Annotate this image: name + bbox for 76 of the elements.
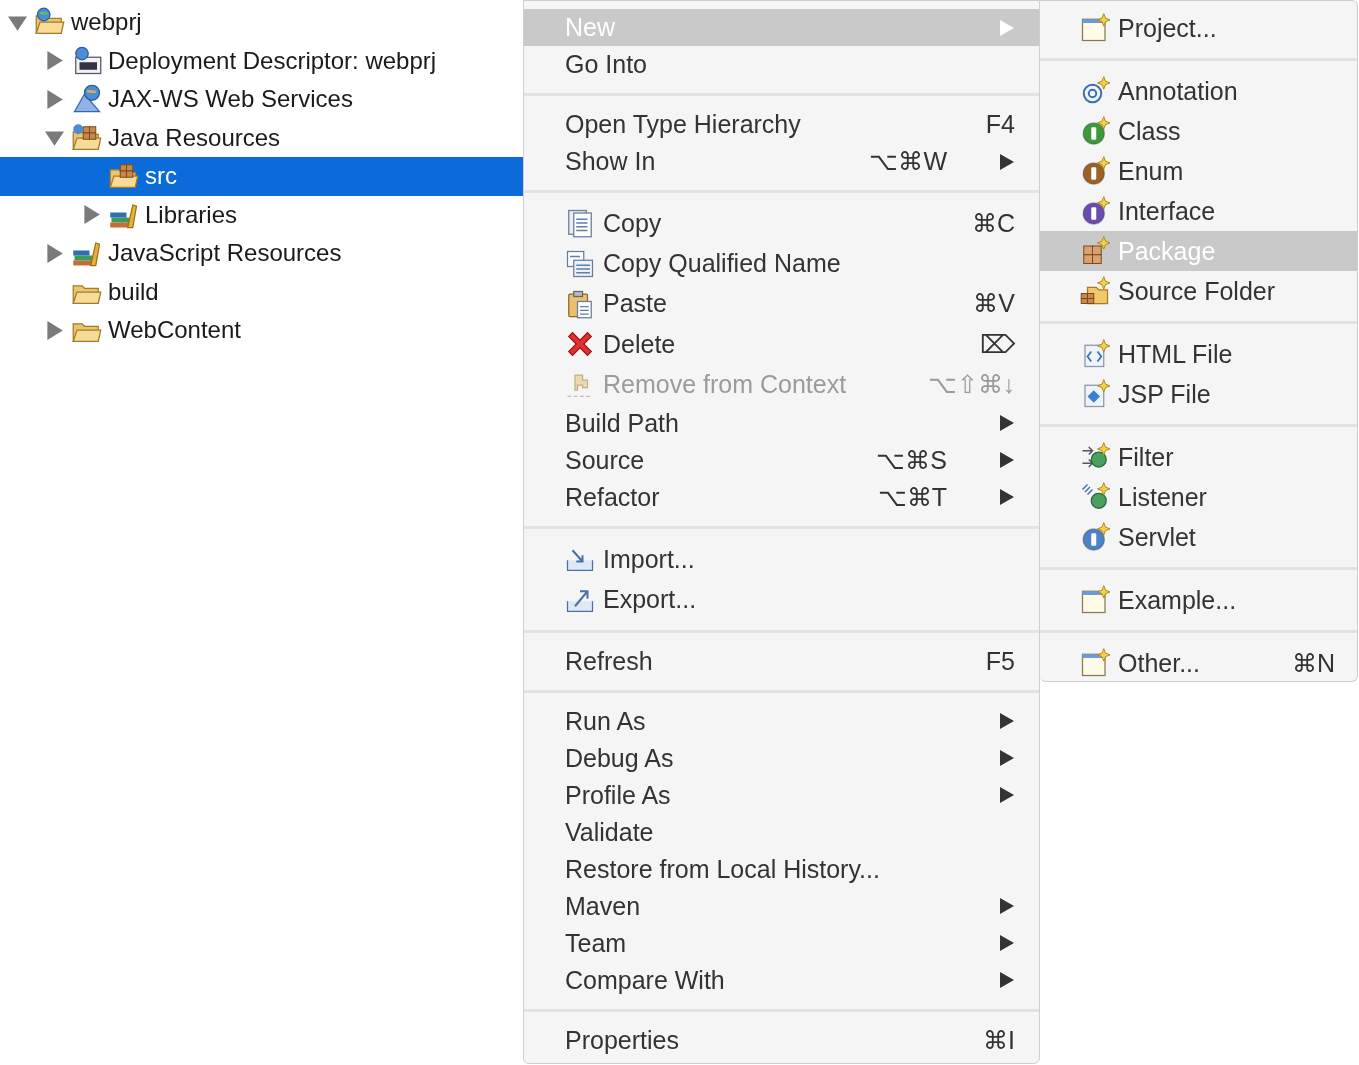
menu-item[interactable]: Copy Qualified Name [524, 243, 1039, 284]
menu-item[interactable]: Refresh F5 [524, 642, 1039, 680]
expand-arrow-icon[interactable] [45, 243, 64, 263]
menu-item[interactable]: Source Folder [1040, 271, 1357, 311]
window-sparkle-icon [1080, 585, 1110, 615]
menu-item[interactable]: Restore from Local History... [524, 850, 1039, 888]
circle-sparkle-icon [1080, 116, 1110, 146]
shortcut-label: ⌘N [1291, 648, 1335, 678]
tree-item[interactable]: src [0, 157, 523, 196]
globe-icon [72, 84, 102, 115]
menu-item[interactable]: Class [1040, 111, 1357, 151]
menu-item[interactable]: Source ⌥⌘S [524, 441, 1039, 479]
shortcut-label: ⌥⌘T [877, 482, 947, 512]
shortcut-label: ⌘C [971, 208, 1015, 238]
tree-item[interactable]: Libraries [0, 195, 523, 234]
menu-item[interactable]: Annotation [1040, 71, 1357, 111]
menu-item[interactable]: Delete ⌦ [524, 324, 1039, 365]
shortcut-label: F5 [985, 646, 1015, 676]
menu-item[interactable]: JSP File [1040, 374, 1357, 414]
menu-item[interactable]: Refactor ⌥⌘T [524, 478, 1039, 516]
menu-item[interactable]: Project... [1040, 8, 1357, 48]
menu-item[interactable]: Show In ⌥⌘W [524, 143, 1039, 180]
tree-item[interactable]: JAX-WS Web Services [0, 80, 523, 119]
menu-item[interactable]: Filter [1040, 437, 1357, 477]
menu-item[interactable]: Debug As [524, 739, 1039, 777]
menu-item[interactable]: Open Type Hierarchy F4 [524, 106, 1039, 143]
descriptor-icon [72, 45, 102, 76]
menu-item[interactable]: Listener [1040, 477, 1357, 517]
circle-sparkle-icon [1080, 522, 1110, 552]
expand-arrow-icon[interactable] [45, 320, 64, 340]
menu-item[interactable]: Export... [524, 579, 1039, 620]
menu-item[interactable]: Enum [1040, 151, 1357, 191]
circle-sparkle-icon [1080, 196, 1110, 226]
expand-arrow-icon[interactable] [45, 89, 64, 109]
package-icon [1080, 236, 1110, 266]
package-folder-icon [72, 122, 102, 153]
shortcut-label: ⌥⌘S [876, 445, 947, 475]
menu-item[interactable]: Other... ⌘N [1040, 643, 1357, 683]
expand-arrow-icon[interactable] [45, 51, 64, 71]
shortcut-label: ⌥⌘W [869, 147, 947, 176]
tree-item[interactable]: JavaScript Resources [0, 234, 523, 273]
tree-item[interactable]: build [0, 272, 523, 311]
expand-arrow-icon[interactable] [82, 205, 101, 225]
shortcut-label: ⌘I [983, 1025, 1015, 1055]
menu-item[interactable]: Maven [524, 887, 1039, 925]
tree-item[interactable]: webprj [0, 3, 523, 42]
menu-item[interactable]: Interface [1040, 191, 1357, 231]
menu-item[interactable]: Build Path [524, 404, 1039, 442]
menu-item[interactable]: Paste ⌘V [524, 283, 1039, 325]
package-folder-icon [1080, 276, 1110, 306]
shortcut-label: ⌦ [980, 329, 1015, 359]
document-icon [565, 208, 595, 239]
tree-item[interactable]: Deployment Descriptor: webprj [0, 41, 523, 80]
menu-item[interactable]: Validate [524, 813, 1039, 851]
menu-item[interactable]: Properties ⌘I [524, 1021, 1039, 1059]
menu-item[interactable]: HTML File [1040, 334, 1357, 374]
shortcut-label: ⌥⇧⌘↓ [927, 370, 1015, 400]
menu-item[interactable]: Go Into [524, 46, 1039, 83]
menu-item[interactable]: Run As [524, 702, 1039, 740]
menu-item[interactable]: Profile As [524, 776, 1039, 814]
lines-circle-icon [1080, 482, 1110, 512]
menu-item[interactable]: Example... [1040, 580, 1357, 620]
shortcut-label: ⌘V [973, 289, 1015, 319]
tree-item[interactable]: WebContent [0, 311, 523, 350]
menu-item[interactable]: Servlet [1040, 517, 1357, 557]
window-sparkle-icon [1080, 648, 1110, 678]
menu-item[interactable]: Import... [524, 538, 1039, 580]
tree-item[interactable]: Java Resources [0, 118, 523, 157]
clipboard-icon [565, 288, 595, 319]
menu-item[interactable]: Team [524, 924, 1039, 962]
window-sparkle-icon [1080, 13, 1110, 43]
menu-item[interactable]: Copy ⌘C [524, 203, 1039, 244]
circle-sparkle-icon [1080, 156, 1110, 186]
shortcut-label: F4 [985, 110, 1015, 139]
documents-icon [565, 248, 595, 279]
menu-item[interactable]: Compare With [524, 961, 1039, 999]
